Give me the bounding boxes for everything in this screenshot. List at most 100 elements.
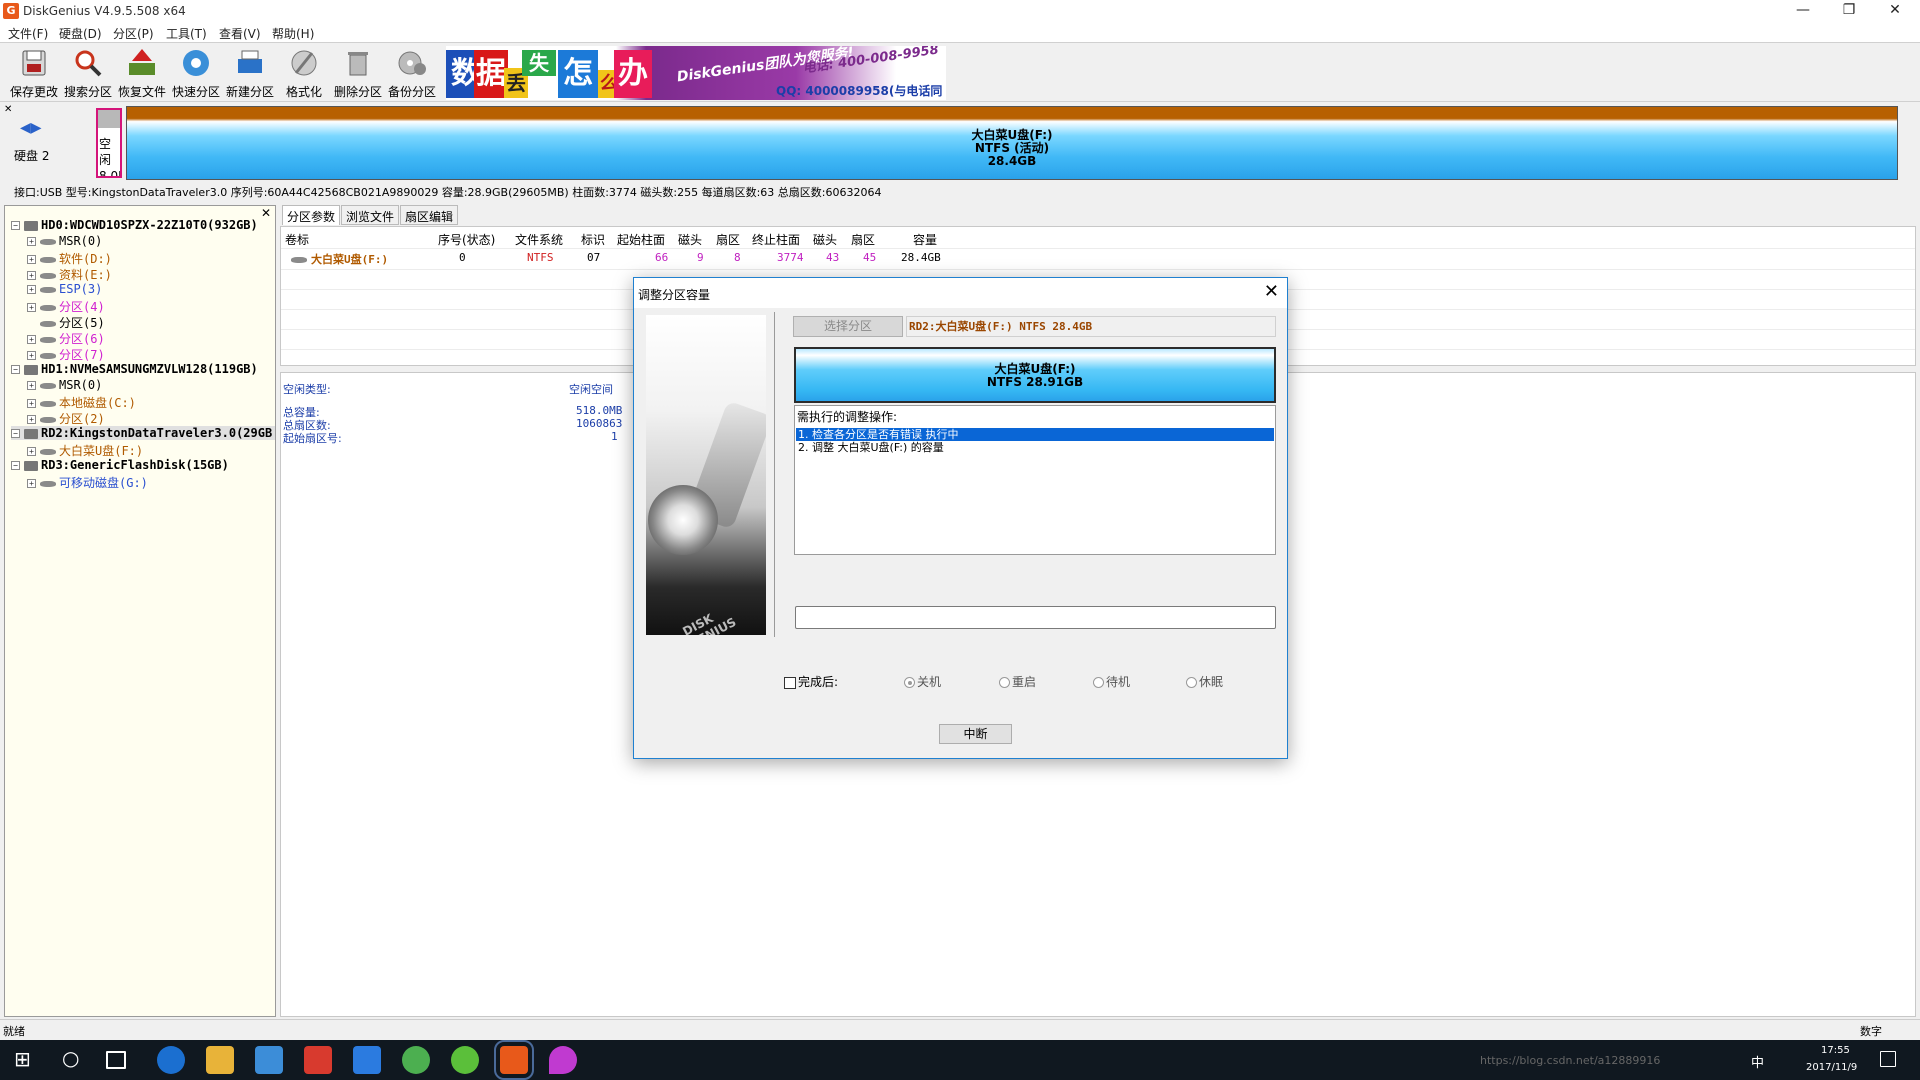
new-partition-icon [238,50,262,73]
list-item[interactable]: 2. 调整 大白菜U盘(F:) 的容量 [796,441,1274,454]
tree-partition-node[interactable]: +分区(5) [27,314,105,331]
tree-partition-node[interactable]: + 分区(7) [27,346,105,363]
free-label: 空闲 [99,137,112,167]
task-view-icon[interactable] [106,1051,126,1069]
menu-help[interactable]: 帮助(H) [272,25,314,42]
close-window-button[interactable]: ✕ [1872,0,1918,22]
menu-file[interactable]: 文件(F) [8,25,48,42]
menu-disk[interactable]: 硬盘(D) [59,25,102,42]
expand-icon[interactable]: + [27,335,36,344]
menu-partition[interactable]: 分区(P) [113,25,154,42]
radio-standby[interactable]: 待机 [1093,673,1130,690]
after-label: 完成后: [798,675,839,689]
clock-time[interactable]: 17:55 [1821,1045,1850,1056]
recover-files-button[interactable]: 恢复文件 [115,47,169,101]
expand-icon[interactable]: + [27,415,36,424]
dialog-partition-bar[interactable]: 大白菜U盘(F:) NTFS 28.91GB [794,347,1276,403]
tree-node-label: 大白菜U盘(F:) [59,444,144,458]
tree-partition-node[interactable]: + 本地磁盘(C:) [27,394,136,411]
radio-hibernate[interactable]: 休眠 [1186,673,1223,690]
search-partition-icon [75,50,102,77]
clock-date[interactable]: 2017/11/9 [1806,1062,1857,1073]
abort-button[interactable]: 中断 [939,724,1012,744]
ime-indicator[interactable]: 中 [1751,1052,1764,1071]
radio-restart[interactable]: 重启 [999,673,1036,690]
expand-icon[interactable]: + [27,381,36,390]
after-completion-checkbox[interactable]: 完成后: [784,673,838,690]
tree-partition-node[interactable]: + 分区(2) [27,410,105,427]
watermark-text: https://blog.csdn.net/a12889916 [1480,1054,1661,1067]
expand-icon[interactable]: + [27,447,36,456]
file-explorer-icon[interactable] [206,1046,234,1074]
tree-disk-node[interactable]: − HD0:WDCWD10SPZX-22Z10T0(932GB) [11,218,258,232]
dialog-close-button[interactable]: ✕ [1264,281,1279,302]
expand-icon[interactable]: + [27,351,36,360]
tree-partition-node[interactable]: + 分区(6) [27,330,105,347]
edge-browser-icon[interactable] [157,1046,185,1074]
expand-icon[interactable]: + [27,271,36,280]
support-banner[interactable]: 数 据 丢 失 怎 么 办 DiskGenius团队为您服务! 电话: 400-… [446,46,946,100]
search-partition-button[interactable]: 搜索分区 [61,47,115,101]
tree-disk-node[interactable]: − HD1:NVMeSAMSUNGMZVLW128(119GB) [11,362,258,376]
expand-icon[interactable]: + [27,285,36,294]
menu-view[interactable]: 查看(V) [219,25,261,42]
quick-partition-button[interactable]: 快速分区 [169,47,223,101]
maps-pin-icon[interactable] [549,1046,577,1074]
format-button[interactable]: 格式化 [277,47,331,101]
tree-disk-node[interactable]: − RD3:GenericFlashDisk(15GB) [11,458,229,472]
expand-icon[interactable]: + [27,255,36,264]
store-icon[interactable] [255,1046,283,1074]
select-partition-button[interactable]: 选择分区 [793,316,903,337]
expand-icon[interactable]: + [27,399,36,408]
new-partition-button[interactable]: 新建分区 [223,47,277,101]
expand-icon[interactable]: − [11,365,20,374]
save-changes-button[interactable]: 保存更改 [7,47,61,101]
expand-icon[interactable]: + [27,303,36,312]
diskgenius-taskbar-icon[interactable] [494,1040,534,1080]
tab-partition-params[interactable]: 分区参数 [282,205,341,225]
radio-shutdown[interactable]: 关机 [904,673,941,690]
app-green-icon[interactable] [451,1046,479,1074]
expand-icon[interactable]: − [11,429,20,438]
expand-icon[interactable]: + [27,237,36,246]
delete-partition-button[interactable]: 删除分区 [331,47,385,101]
windows-start-icon[interactable]: ⊞ [14,1047,31,1071]
col-header: 卷标 [285,233,310,247]
tab-sector-edit[interactable]: 扇区编辑 [400,205,459,225]
notification-icon[interactable] [1880,1051,1896,1067]
taskbar: ⊞ ○ https://blog.csdn.net/a12889916 中 17… [0,1040,1920,1080]
dialog-title-bar: 调整分区容量 ✕ [634,278,1287,308]
partition-icon [40,304,56,311]
minimize-button[interactable]: — [1780,0,1826,22]
tab-browse-files[interactable]: 浏览文件 [341,205,400,225]
tree-partition-node[interactable]: + 软件(D:) [27,250,112,267]
disk-nav-arrows-icon[interactable]: ◀▶ [20,120,42,136]
tree-partition-node[interactable]: + 大白菜U盘(F:) [27,442,143,459]
expand-icon[interactable]: − [11,221,20,230]
close-icon[interactable]: ✕ [4,104,12,115]
tree-disk-node[interactable]: − RD2:KingstonDataTraveler3.0(29GB [11,426,275,440]
expand-icon[interactable]: − [11,461,20,470]
tree-partition-node[interactable]: + ESP(3) [27,282,102,296]
chrome-icon[interactable] [402,1046,430,1074]
search-icon[interactable]: ○ [62,1046,79,1070]
tree-partition-node[interactable]: + 资料(E:) [27,266,112,283]
expand-icon[interactable]: + [27,479,36,488]
restore-button[interactable]: ❐ [1826,0,1872,22]
partition-bar[interactable]: 大白菜U盘(F:) NTFS (活动) 28.4GB [126,106,1898,180]
resize-partition-dialog: 调整分区容量 ✕ DISK GENIUS 选择分区 RD2:大白菜U盘(F:) … [633,277,1288,759]
menu-tools[interactable]: 工具(T) [166,25,207,42]
tree-partition-node[interactable]: + MSR(0) [27,378,102,392]
tree-partition-node[interactable]: + 可移动磁盘(G:) [27,474,148,491]
app-red-icon[interactable] [304,1046,332,1074]
app-star-icon[interactable] [353,1046,381,1074]
tree-partition-node[interactable]: + 分区(4) [27,298,105,315]
operations-list[interactable]: 需执行的调整操作: 1. 检查各分区是否有错误 执行中 2. 调整 大白菜U盘(… [794,405,1276,555]
close-icon[interactable]: ✕ [261,206,271,220]
banner-char: 办 [614,50,652,98]
tree-partition-node[interactable]: + MSR(0) [27,234,102,248]
list-item[interactable]: 1. 检查各分区是否有错误 执行中 [796,428,1274,441]
backup-partition-button[interactable]: 备份分区 [385,47,439,101]
free-space-block[interactable]: 空闲 8.0M [96,108,122,178]
partition-icon [40,416,56,423]
